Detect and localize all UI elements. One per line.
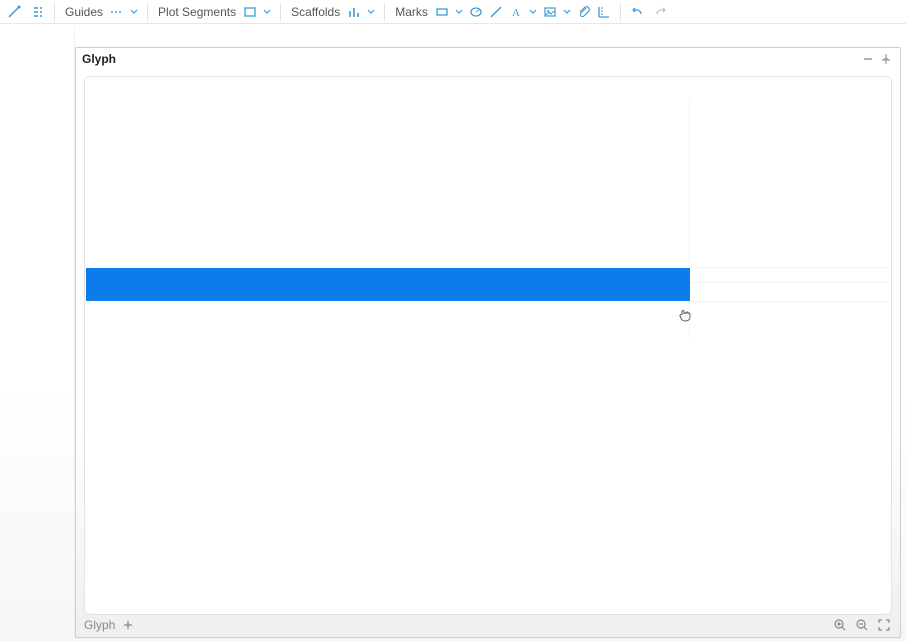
svg-text:A: A — [512, 7, 520, 19]
zoom-fit-icon[interactable] — [876, 617, 892, 633]
scaffolds-group: Scaffolds — [287, 2, 378, 22]
glyph-panel-footer: Glyph — [76, 615, 900, 637]
glyph-footer-tab[interactable]: Glyph — [84, 618, 115, 632]
paperclip-icon[interactable] — [574, 2, 594, 22]
glyph-canvas-outer — [76, 70, 900, 615]
rect-icon[interactable] — [432, 2, 452, 22]
guide-line — [689, 282, 889, 283]
line-icon[interactable] — [486, 2, 506, 22]
data-axis-icon[interactable] — [594, 2, 614, 22]
scaffold-bars-icon[interactable] — [344, 2, 364, 22]
glyph-panel-header: Glyph — [76, 48, 900, 70]
guide-horizontal-icon[interactable] — [107, 2, 127, 22]
chart-area-background — [0, 28, 75, 638]
toolbar-separator — [147, 3, 148, 21]
pin-panel-icon[interactable] — [878, 51, 894, 67]
guide-line — [689, 99, 690, 339]
zoom-out-icon[interactable] — [854, 617, 870, 633]
toolbar-separator — [54, 3, 55, 21]
guide-line — [689, 301, 889, 302]
glyph-canvas[interactable] — [84, 76, 892, 615]
scaffolds-label: Scaffolds — [287, 5, 344, 19]
scaffolds-dropdown[interactable] — [364, 2, 378, 22]
ellipse-icon[interactable] — [466, 2, 486, 22]
glyph-panel: Glyph Glyph — [75, 47, 901, 638]
guides-dropdown[interactable] — [127, 2, 141, 22]
image-dropdown[interactable] — [560, 2, 574, 22]
guides-group: Guides — [61, 2, 141, 22]
marks-label: Marks — [391, 5, 432, 19]
redo-icon[interactable] — [651, 2, 671, 22]
undo-icon[interactable] — [627, 2, 647, 22]
toolbar: Guides Plot Segments Scaffolds Marks — [0, 0, 906, 24]
glyph-rect-mark[interactable] — [86, 268, 690, 301]
guides-label: Guides — [61, 5, 107, 19]
image-icon[interactable] — [540, 2, 560, 22]
text-dropdown[interactable] — [526, 2, 540, 22]
line-tool-icon[interactable] — [4, 2, 24, 22]
zoom-in-icon[interactable] — [832, 617, 848, 633]
link-icon[interactable] — [28, 2, 48, 22]
toolbar-separator — [280, 3, 281, 21]
plot-segments-label: Plot Segments — [154, 5, 240, 19]
glyph-panel-controls — [860, 51, 894, 67]
add-glyph-button[interactable] — [121, 618, 135, 632]
plot-segments-group: Plot Segments — [154, 2, 274, 22]
hand-cursor-icon — [677, 307, 693, 323]
toolbar-separator — [384, 3, 385, 21]
marks-group: Marks A — [391, 2, 614, 22]
plot-segments-dropdown[interactable] — [260, 2, 274, 22]
toolbar-separator — [620, 3, 621, 21]
text-icon[interactable]: A — [506, 2, 526, 22]
minimize-panel-icon[interactable] — [860, 51, 876, 67]
guide-line — [689, 267, 889, 268]
rect-dropdown[interactable] — [452, 2, 466, 22]
glyph-panel-title: Glyph — [82, 52, 116, 66]
plot-rect-icon[interactable] — [240, 2, 260, 22]
